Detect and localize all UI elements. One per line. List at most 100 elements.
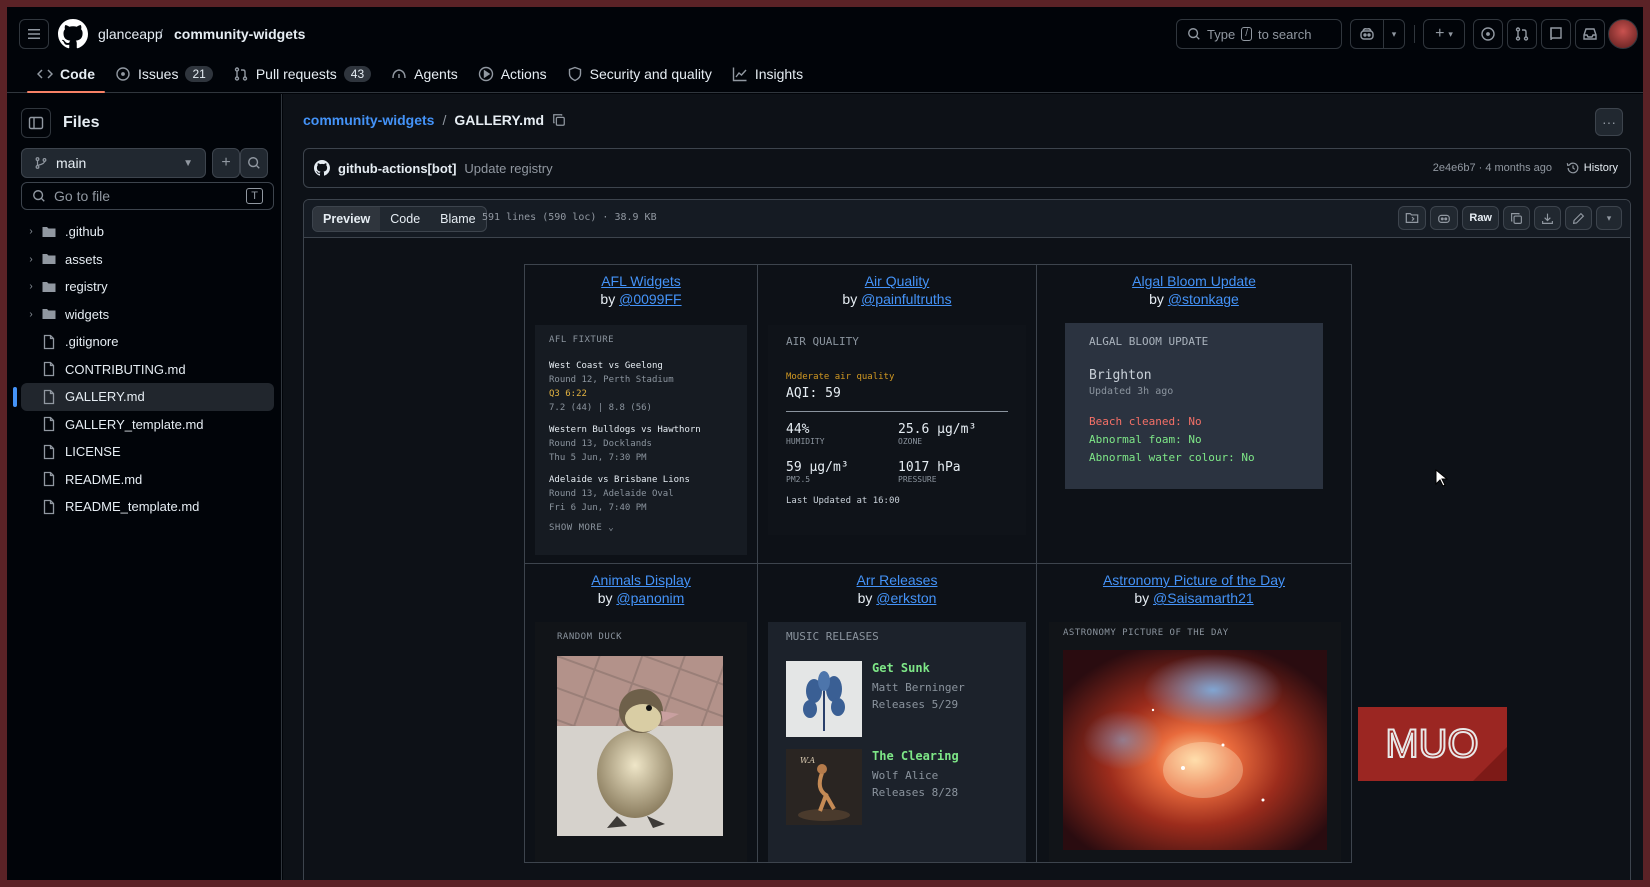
afl-info: 7.2 (44) | 8.8 (56)	[549, 403, 652, 413]
github-logo-icon[interactable]	[58, 19, 88, 49]
symbols-button[interactable]	[1398, 206, 1427, 230]
history-button[interactable]: History	[1566, 161, 1618, 175]
sidebar-collapse-icon	[28, 116, 44, 130]
breadcrumb-owner[interactable]: glanceapp	[98, 26, 163, 42]
chevron-right-icon[interactable]: ›	[21, 281, 41, 292]
pull-requests-button[interactable]	[1507, 19, 1537, 49]
tree-item-file[interactable]: README.md	[21, 466, 274, 494]
tree-item-file[interactable]: GALLERY.md	[13, 383, 274, 411]
widget-title-link[interactable]: Arr Releases	[857, 572, 938, 588]
widget-author-link[interactable]: @panonim	[616, 590, 684, 606]
chevron-right-icon[interactable]: ›	[21, 226, 41, 237]
by-label: by	[842, 291, 858, 307]
afl-live-clock: Q3 6:22	[549, 389, 587, 399]
copilot-ask-button[interactable]	[1430, 206, 1459, 230]
tree-item-label: CONTRIBUTING.md	[65, 361, 186, 377]
repo-icon	[1550, 27, 1562, 41]
breadcrumb-repo[interactable]: community-widgets	[174, 26, 305, 42]
folder-icon	[42, 309, 56, 320]
widget-author-link[interactable]: @stonkage	[1168, 291, 1239, 307]
commit-message[interactable]: Update registry	[464, 161, 552, 176]
tab-agents[interactable]: Agents	[381, 59, 468, 89]
more-options-button[interactable]: ···	[1595, 108, 1623, 136]
tree-item-folder[interactable]: › registry	[21, 273, 274, 301]
file-info: 591 lines (590 loc) · 38.9 KB	[482, 212, 657, 223]
tab-issues[interactable]: Issues 21	[105, 59, 223, 89]
tree-item-file[interactable]: .gitignore	[21, 328, 274, 356]
commit-author[interactable]: github-actions[bot]	[338, 161, 456, 176]
widget-title-link[interactable]: Algal Bloom Update	[1132, 273, 1256, 289]
issue-opened-icon	[116, 67, 130, 81]
search-icon	[33, 190, 45, 202]
search-files-button[interactable]	[240, 148, 268, 178]
aq-updated: Last Updated at 16:00	[786, 496, 900, 506]
widget-author-link[interactable]: @Saisamarth21	[1153, 590, 1254, 606]
edit-button[interactable]	[1565, 206, 1592, 230]
algal-bloom-widget-preview: ALGAL BLOOM UPDATE Brighton Updated 3h a…	[1065, 323, 1323, 489]
tree-item-file[interactable]: CONTRIBUTING.md	[21, 356, 274, 384]
tab-code[interactable]: Code	[27, 59, 105, 93]
widget-heading: AFL FIXTURE	[549, 335, 615, 345]
tab-security[interactable]: Security and quality	[557, 59, 722, 89]
tree-item-file[interactable]: GALLERY_template.md	[21, 411, 274, 439]
widget-author-link[interactable]: @painfultruths	[861, 291, 951, 307]
markdown-preview: AFL Widgets by @0099FF AFL FIXTURE West …	[304, 238, 1630, 880]
preview-tab[interactable]: Preview	[313, 207, 381, 231]
widget-title-link[interactable]: AFL Widgets	[601, 273, 681, 289]
search-input[interactable]: Type / to search	[1176, 19, 1342, 49]
raw-button[interactable]: Raw	[1462, 206, 1499, 230]
create-new-button[interactable]: + ▾	[1423, 19, 1465, 49]
edit-dropdown-button[interactable]: ▾	[1596, 206, 1622, 230]
gallery-cell-animals: Animals Display by @panonim RANDOM DUCK	[524, 563, 758, 863]
show-more-label: SHOW MORE	[549, 523, 603, 533]
tab-actions[interactable]: Actions	[468, 59, 557, 89]
repositories-button[interactable]	[1541, 19, 1571, 49]
file-icon	[43, 362, 55, 377]
tree-item-label: GALLERY_template.md	[65, 416, 204, 432]
chevron-right-icon[interactable]: ›	[21, 254, 41, 265]
tree-item-folder[interactable]: › .github	[21, 218, 274, 246]
tree-item-file[interactable]: LICENSE	[21, 438, 274, 466]
path-repo-link[interactable]: community-widgets	[303, 112, 434, 128]
download-button[interactable]	[1534, 206, 1561, 230]
copy-icon[interactable]	[552, 113, 566, 127]
commit-meta[interactable]: 2e4e6b7 · 4 months ago	[1433, 162, 1552, 174]
tab-label: Issues	[138, 66, 179, 82]
avatar[interactable]	[1608, 19, 1638, 49]
tab-insights[interactable]: Insights	[722, 59, 813, 89]
plus-icon: +	[1435, 25, 1445, 42]
widget-title-link[interactable]: Air Quality	[865, 273, 930, 289]
issues-button[interactable]	[1473, 19, 1503, 49]
tab-pull-requests[interactable]: Pull requests 43	[223, 59, 381, 89]
algal-status-2: Abnormal foam: No	[1089, 433, 1202, 446]
pull-requests-counter: 43	[343, 66, 372, 82]
widget-author-link[interactable]: @0099FF	[619, 291, 681, 307]
blame-tab[interactable]: Blame	[430, 207, 485, 231]
release-artist: Matt Berninger	[872, 681, 965, 694]
tree-item-folder[interactable]: › widgets	[21, 301, 274, 329]
tree-item-file[interactable]: README_template.md	[21, 493, 274, 521]
branch-selector[interactable]: main ▼	[21, 148, 206, 178]
inbox-button[interactable]	[1575, 19, 1605, 49]
code-view-tab[interactable]: Code	[380, 207, 430, 231]
tree-item-folder[interactable]: › assets	[21, 246, 274, 274]
menu-button[interactable]	[19, 19, 49, 49]
ozone-value: 25.6 µg/m³	[898, 422, 977, 437]
gallery-cell-afl: AFL Widgets by @0099FF AFL FIXTURE West …	[524, 264, 758, 564]
chevron-right-icon[interactable]: ›	[21, 309, 41, 320]
copilot-button[interactable]	[1350, 19, 1384, 49]
widget-author-link[interactable]: @erkston	[876, 590, 936, 606]
collapse-sidebar-button[interactable]	[21, 108, 51, 138]
go-to-file-placeholder: Go to file	[54, 188, 111, 204]
github-logo-icon	[314, 160, 330, 176]
aq-status: Moderate air quality	[786, 372, 895, 382]
widget-title-link[interactable]: Astronomy Picture of the Day	[1103, 572, 1285, 588]
afl-widget-preview: AFL FIXTURE West Coast vs Geelong Round 1…	[535, 325, 747, 555]
widget-title-link[interactable]: Animals Display	[591, 572, 691, 588]
release-item: Get Sunk Matt Berninger Releases 5/29	[786, 661, 1008, 737]
copilot-dropdown[interactable]: ▾	[1383, 19, 1405, 49]
add-file-button[interactable]: +	[212, 148, 240, 178]
go-to-file-input[interactable]: Go to file T	[21, 182, 274, 210]
copy-raw-button[interactable]	[1503, 206, 1530, 230]
by-label: by	[600, 291, 616, 307]
